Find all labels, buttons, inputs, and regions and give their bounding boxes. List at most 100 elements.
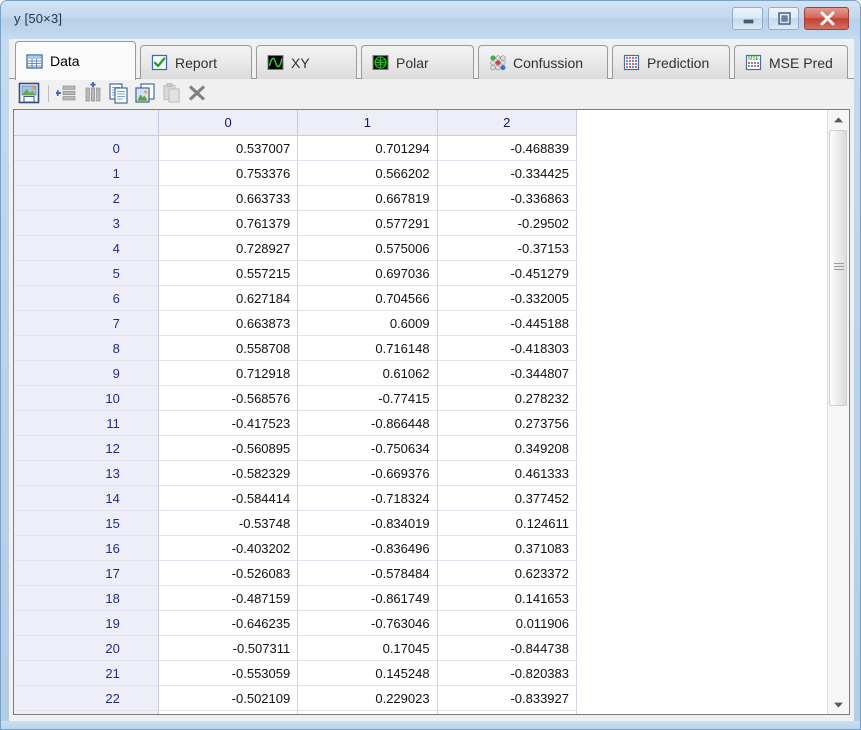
data-cell[interactable]: 0.349208: [437, 435, 578, 461]
table-row[interactable]: 17 -0.526083 -0.578484 0.623372: [14, 560, 578, 586]
row-index-cell[interactable]: 3: [14, 210, 159, 236]
insert-row-button[interactable]: [56, 82, 78, 104]
data-cell[interactable]: 0.6009: [297, 310, 438, 336]
data-cell[interactable]: -0.584414: [158, 485, 299, 511]
table-row[interactable]: 14 -0.584414 -0.718324 0.377452: [14, 485, 578, 511]
data-cell[interactable]: 0.145248: [297, 660, 438, 686]
data-cell[interactable]: -0.795682: [437, 710, 578, 714]
row-index-cell[interactable]: 5: [14, 260, 159, 286]
data-cell[interactable]: -0.861749: [297, 585, 438, 611]
data-cell[interactable]: 0.371083: [437, 535, 578, 561]
tab-xy[interactable]: XY: [256, 45, 357, 79]
data-cell[interactable]: -0.669376: [297, 460, 438, 486]
data-cell[interactable]: 0.667819: [297, 185, 438, 211]
row-index-cell[interactable]: 13: [14, 460, 159, 486]
row-index-cell[interactable]: 11: [14, 410, 159, 436]
table-row[interactable]: 10 -0.568576 -0.77415 0.278232: [14, 385, 578, 411]
insert-column-button[interactable]: [82, 82, 104, 104]
table-row[interactable]: 6 0.627184 0.704566 -0.332005: [14, 285, 578, 311]
row-index-cell[interactable]: 4: [14, 235, 159, 261]
tab-prediction[interactable]: Prediction: [612, 45, 730, 79]
row-index-cell[interactable]: 14: [14, 485, 159, 511]
data-cell[interactable]: -0.833927: [437, 685, 578, 711]
data-cell[interactable]: -0.578484: [297, 560, 438, 586]
data-cell[interactable]: 0.577291: [297, 210, 438, 236]
table-row[interactable]: 21 -0.553059 0.145248 -0.820383: [14, 660, 578, 686]
row-index-cell[interactable]: 9: [14, 360, 159, 386]
row-index-cell[interactable]: 22: [14, 685, 159, 711]
row-index-cell[interactable]: 23: [14, 710, 159, 714]
maximize-button[interactable]: [768, 7, 799, 30]
data-cell[interactable]: 0.566202: [297, 160, 438, 186]
copy-button[interactable]: [108, 82, 130, 104]
row-index-cell[interactable]: 16: [14, 535, 159, 561]
data-cell[interactable]: 0.728927: [158, 235, 299, 261]
data-cell[interactable]: -0.417523: [158, 410, 299, 436]
table-row[interactable]: 16 -0.403202 -0.836496 0.371083: [14, 535, 578, 561]
table-row[interactable]: 15 -0.53748 -0.834019 0.124611: [14, 510, 578, 536]
data-cell[interactable]: -0.77415: [297, 385, 438, 411]
data-cell[interactable]: -0.445188: [437, 310, 578, 336]
data-cell[interactable]: -0.646235: [158, 610, 299, 636]
data-cell[interactable]: 0.753376: [158, 160, 299, 186]
table-row[interactable]: 19 -0.646235 -0.763046 0.011906: [14, 610, 578, 636]
row-index-cell[interactable]: 15: [14, 510, 159, 536]
row-index-cell[interactable]: 0: [14, 135, 159, 161]
data-cell[interactable]: 0.623372: [437, 560, 578, 586]
tab-report[interactable]: Report: [140, 45, 252, 79]
data-cell[interactable]: -0.37153: [437, 235, 578, 261]
tab-polar[interactable]: Polar: [361, 45, 474, 79]
row-index-cell[interactable]: 8: [14, 335, 159, 361]
table-row[interactable]: 5 0.557215 0.697036 -0.451279: [14, 260, 578, 286]
vertical-scrollbar[interactable]: [827, 110, 849, 714]
data-cell[interactable]: -0.336863: [437, 185, 578, 211]
row-index-cell[interactable]: 2: [14, 185, 159, 211]
scrollbar-thumb[interactable]: [829, 130, 847, 406]
data-cell[interactable]: -0.836496: [297, 535, 438, 561]
table-row[interactable]: 8 0.558708 0.716148 -0.418303: [14, 335, 578, 361]
data-cell[interactable]: -0.560895: [158, 435, 299, 461]
row-index-cell[interactable]: 17: [14, 560, 159, 586]
data-cell[interactable]: -0.834019: [297, 510, 438, 536]
data-cell[interactable]: 0.663873: [158, 310, 299, 336]
table-row[interactable]: 2 0.663733 0.667819 -0.336863: [14, 185, 578, 211]
data-cell[interactable]: -0.582329: [158, 460, 299, 486]
table-row[interactable]: 11 -0.417523 -0.866448 0.273756: [14, 410, 578, 436]
grid-corner-header[interactable]: [14, 110, 159, 136]
table-row[interactable]: 7 0.663873 0.6009 -0.445188: [14, 310, 578, 336]
table-row[interactable]: 20 -0.507311 0.17045 -0.844738: [14, 635, 578, 661]
data-cell[interactable]: 0.663733: [158, 185, 299, 211]
data-cell[interactable]: -0.866448: [297, 410, 438, 436]
data-cell[interactable]: -0.344807: [437, 360, 578, 386]
data-cell[interactable]: 0.627184: [158, 285, 299, 311]
save-image-button[interactable]: [18, 82, 40, 104]
data-cell[interactable]: 0.278232: [437, 385, 578, 411]
data-cell[interactable]: 0.761379: [158, 210, 299, 236]
data-cell[interactable]: -0.53748: [158, 510, 299, 536]
data-cell[interactable]: 0.377452: [437, 485, 578, 511]
data-cell[interactable]: -0.526083: [158, 560, 299, 586]
data-cell[interactable]: -0.403202: [158, 535, 299, 561]
data-cell[interactable]: 0.61062: [297, 360, 438, 386]
data-cell[interactable]: -0.468839: [437, 135, 578, 161]
delete-button[interactable]: [186, 82, 208, 104]
data-cell[interactable]: -0.507311: [158, 635, 299, 661]
row-index-cell[interactable]: 20: [14, 635, 159, 661]
data-cell[interactable]: 0.716148: [297, 335, 438, 361]
row-index-cell[interactable]: 12: [14, 435, 159, 461]
row-index-cell[interactable]: 21: [14, 660, 159, 686]
table-row[interactable]: 0 0.537007 0.701294 -0.468839: [14, 135, 578, 161]
row-index-cell[interactable]: 6: [14, 285, 159, 311]
data-cell[interactable]: -0.443691: [158, 710, 299, 714]
data-cell[interactable]: 0.558708: [158, 335, 299, 361]
data-cell[interactable]: 0.697036: [297, 260, 438, 286]
data-cell[interactable]: -0.502109: [158, 685, 299, 711]
data-cell[interactable]: 0.17045: [297, 635, 438, 661]
data-cell[interactable]: 0.704566: [297, 285, 438, 311]
table-row[interactable]: 18 -0.487159 -0.861749 0.141653: [14, 585, 578, 611]
data-cell[interactable]: 0.557215: [158, 260, 299, 286]
table-row[interactable]: 23-0.4436910.412344-0.795682: [14, 710, 578, 714]
data-cell[interactable]: -0.451279: [437, 260, 578, 286]
tab-confussion[interactable]: Confussion: [478, 45, 608, 79]
row-index-cell[interactable]: 19: [14, 610, 159, 636]
